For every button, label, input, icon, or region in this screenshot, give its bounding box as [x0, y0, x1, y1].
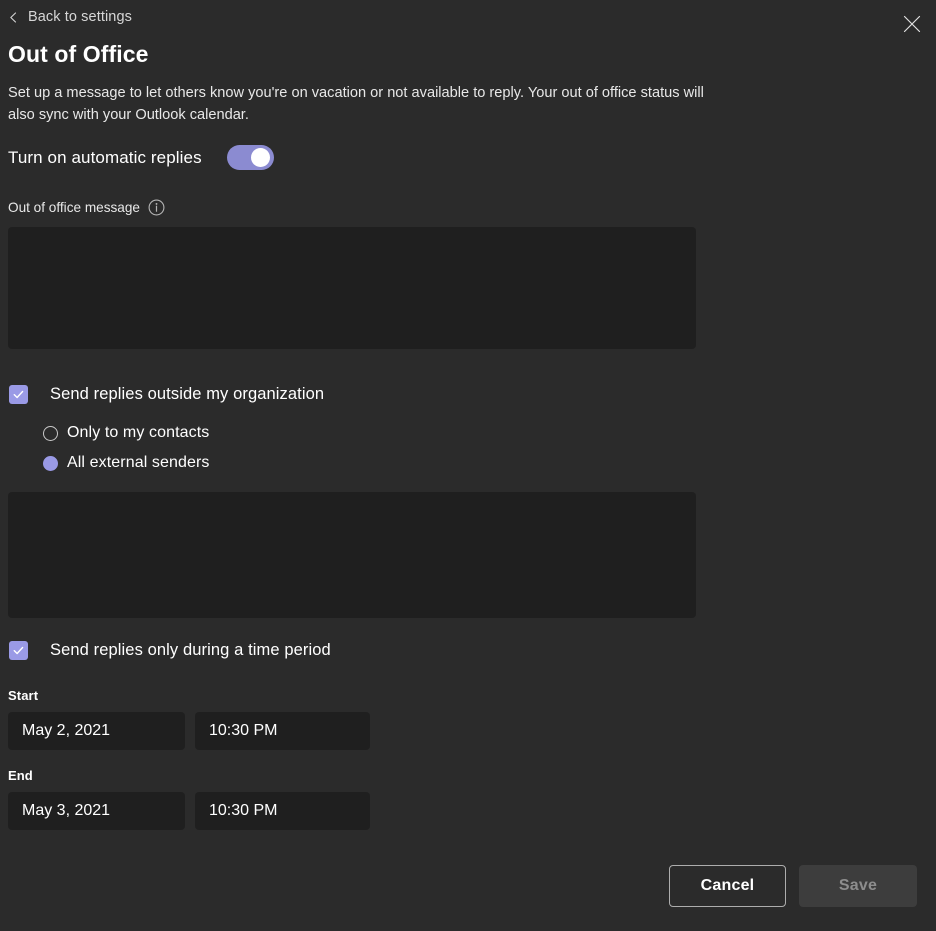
start-date-input[interactable]: [8, 712, 185, 750]
send-replies-outside-org-label: Send replies outside my organization: [50, 385, 325, 403]
send-replies-time-period-checkbox-row[interactable]: Send replies only during a time period: [9, 641, 331, 660]
send-replies-time-period-label: Send replies only during a time period: [50, 641, 331, 659]
checkbox-checked[interactable]: [9, 641, 28, 660]
info-circle-icon[interactable]: [148, 199, 165, 216]
automatic-replies-toggle[interactable]: [226, 145, 274, 170]
radio-all-external-senders-label: All external senders: [67, 454, 210, 471]
end-date-input[interactable]: [8, 792, 185, 830]
cancel-button[interactable]: Cancel: [669, 865, 786, 907]
toggle-knob: [250, 148, 270, 167]
radio-only-my-contacts-label: Only to my contacts: [67, 424, 210, 441]
end-time-input[interactable]: [195, 792, 370, 830]
radio-selected-icon[interactable]: [43, 455, 58, 471]
start-time-input[interactable]: [195, 712, 370, 750]
chevron-left-icon: [8, 12, 19, 23]
back-to-settings-link[interactable]: Back to settings: [8, 10, 132, 25]
automatic-replies-row: Turn on automatic replies: [8, 145, 274, 170]
external-message-input[interactable]: [8, 492, 696, 618]
radio-unselected-icon[interactable]: [43, 425, 58, 441]
back-to-settings-label: Back to settings: [28, 9, 132, 25]
end-label: End: [8, 768, 33, 783]
radio-all-external-senders[interactable]: All external senders: [43, 454, 210, 472]
radio-only-my-contacts[interactable]: Only to my contacts: [43, 424, 209, 442]
save-button: Save: [799, 865, 917, 907]
page-description: Set up a message to let others know you'…: [8, 85, 704, 123]
close-button[interactable]: [896, 8, 928, 40]
page-title: Out of Office: [8, 41, 149, 67]
close-icon: [903, 15, 921, 33]
out-of-office-message-label-text: Out of office message: [8, 200, 140, 215]
send-replies-outside-org-checkbox-row[interactable]: Send replies outside my organization: [9, 385, 324, 404]
checkbox-checked[interactable]: [9, 385, 28, 404]
automatic-replies-label: Turn on automatic replies: [8, 147, 202, 167]
out-of-office-message-input[interactable]: [8, 227, 696, 349]
start-label: Start: [8, 688, 39, 703]
out-of-office-message-label: Out of office message: [8, 199, 165, 216]
